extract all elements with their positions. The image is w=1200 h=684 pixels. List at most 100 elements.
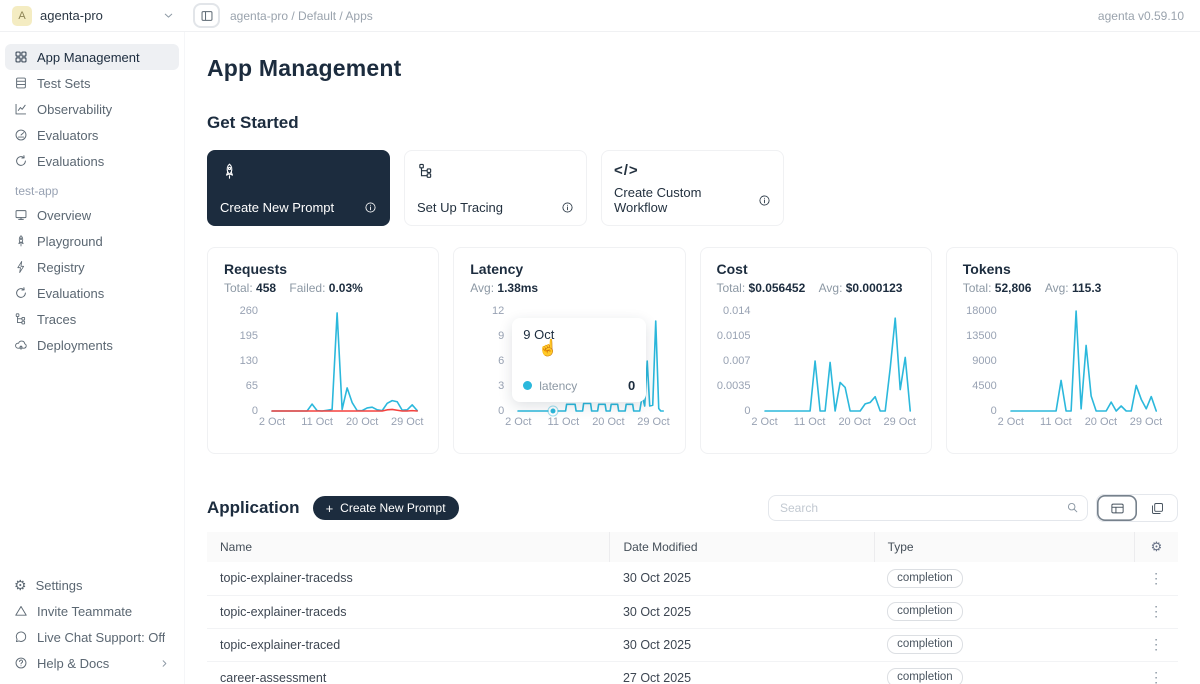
requests-card: Requests Total: 458 Failed: 0.03% 260195… (207, 247, 439, 454)
sidebar-item-app-management[interactable]: App Management (5, 44, 179, 70)
table-view-icon (1110, 501, 1125, 516)
stat-title: Tokens (963, 261, 1161, 277)
applications-table: Name Date Modified Type ⚙ topic-explaine… (207, 532, 1178, 684)
table-header-row: Name Date Modified Type ⚙ (207, 532, 1178, 562)
create-new-prompt-button[interactable]: + Create New Prompt (313, 496, 459, 520)
sidebar-item-playground[interactable]: Playground (5, 228, 179, 254)
breadcrumb[interactable]: agenta-pro / Default / Apps (230, 9, 373, 23)
sidebar-item-settings[interactable]: ⚙ Settings (5, 572, 179, 598)
chart-tooltip: 9 Oct latency 0 (512, 318, 646, 402)
requests-chart: 260195130650 2 Oct11 Oct20 Oct29 Oct (224, 311, 422, 429)
table-row[interactable]: topic-explainer-traceds 30 Oct 2025 comp… (207, 595, 1178, 628)
app-date: 27 Oct 2025 (610, 661, 874, 684)
workspace-avatar: A (12, 6, 32, 26)
tree-icon (417, 162, 574, 180)
app-name[interactable]: career-assessment (207, 661, 610, 684)
app-name[interactable]: topic-explainer-traceds (207, 595, 610, 628)
stat-subtitle: Total: 52,806 Avg: 115.3 (963, 281, 1161, 295)
chevron-right-icon (159, 658, 170, 669)
cost-card: Cost Total: $0.056452 Avg: $0.000123 0.0… (700, 247, 932, 454)
more-menu-icon[interactable]: ⋮ (1149, 570, 1163, 586)
grid-icon (14, 50, 28, 64)
main-content: App Management Get Started Create New Pr… (185, 32, 1200, 684)
workspace-name: agenta-pro (40, 8, 154, 23)
latency-card: Latency Avg: 1.38ms 129630 2 Oct11 Oct20… (453, 247, 685, 454)
stat-title: Cost (717, 261, 915, 277)
gauge-icon (14, 128, 28, 142)
search-icon (1066, 501, 1079, 514)
info-icon[interactable] (561, 201, 574, 214)
create-new-prompt-card[interactable]: Create New Prompt (207, 150, 390, 226)
app-date: 30 Oct 2025 (610, 628, 874, 661)
table-row[interactable]: career-assessment 27 Oct 2025 completion… (207, 661, 1178, 684)
tree-icon (14, 312, 28, 326)
rocket-icon (220, 162, 377, 181)
sidebar-item-deployments[interactable]: Deployments (5, 332, 179, 358)
column-header-name[interactable]: Name (207, 532, 610, 562)
view-toggle (1096, 494, 1178, 522)
table-row[interactable]: topic-explainer-traced 30 Oct 2025 compl… (207, 628, 1178, 661)
series-dot-icon (523, 381, 532, 390)
sidebar-item-overview[interactable]: Overview (5, 202, 179, 228)
type-badge: completion (887, 569, 963, 588)
sidebar-item-invite-teammate[interactable]: Invite Teammate (5, 598, 179, 624)
help-icon (14, 656, 28, 670)
app-date: 30 Oct 2025 (610, 562, 874, 595)
stat-title: Latency (470, 261, 668, 277)
info-icon[interactable] (758, 194, 771, 207)
app-name[interactable]: topic-explainer-traced (207, 628, 610, 661)
bolt-icon (14, 260, 28, 274)
rocket-icon (14, 234, 28, 248)
application-header: Application + Create New Prompt (207, 494, 1178, 522)
app-name[interactable]: topic-explainer-tracedss (207, 562, 610, 595)
chart-icon (14, 102, 28, 116)
stat-title: Requests (224, 261, 422, 277)
sidebar-section-test-app: test-app (15, 184, 179, 198)
gear-icon: ⚙ (1151, 539, 1163, 554)
cost-chart: 0.0140.01050.0070.00350 2 Oct11 Oct20 Oc… (717, 311, 915, 429)
sidebar-item-evaluations-app[interactable]: Evaluations (5, 280, 179, 306)
tokens-chart: 1800013500900045000 2 Oct11 Oct20 Oct29 … (963, 311, 1161, 429)
stat-subtitle: Total: 458 Failed: 0.03% (224, 281, 422, 295)
chat-icon (14, 630, 28, 644)
stat-subtitle: Avg: 1.38ms (470, 281, 668, 295)
search-input[interactable] (768, 495, 1088, 521)
set-up-tracing-card[interactable]: Set Up Tracing (404, 150, 587, 226)
sidebar-item-evaluators[interactable]: Evaluators (5, 122, 179, 148)
more-menu-icon[interactable]: ⋮ (1149, 636, 1163, 652)
refresh-icon (14, 286, 28, 300)
cloud-icon (14, 338, 28, 352)
workspace-switcher[interactable]: A agenta-pro (0, 0, 185, 31)
table-view-button[interactable] (1097, 495, 1137, 521)
sidebar-toggle-button[interactable] (193, 3, 220, 28)
panel-left-icon (200, 9, 214, 23)
column-settings[interactable]: ⚙ (1134, 532, 1178, 562)
column-header-date-modified[interactable]: Date Modified (610, 532, 874, 562)
application-heading: Application (207, 498, 300, 518)
sidebar-item-observability[interactable]: Observability (5, 96, 179, 122)
table-row[interactable]: topic-explainer-tracedss 30 Oct 2025 com… (207, 562, 1178, 595)
topbar: A agenta-pro agenta-pro / Default / Apps… (0, 0, 1200, 32)
search-box (768, 495, 1088, 521)
type-badge: completion (887, 602, 963, 621)
sidebar-item-registry[interactable]: Registry (5, 254, 179, 280)
more-menu-icon[interactable]: ⋮ (1149, 669, 1163, 684)
refresh-icon (14, 154, 28, 168)
type-badge: completion (887, 635, 963, 654)
sidebar-item-evaluations[interactable]: Evaluations (5, 148, 179, 174)
tooltip-value: 0 (628, 378, 635, 393)
info-icon[interactable] (364, 201, 377, 214)
get-started-cards: Create New Prompt Set Up Tracing </> Cre… (207, 150, 1178, 226)
page-title: App Management (207, 55, 1178, 82)
sidebar-item-traces[interactable]: Traces (5, 306, 179, 332)
sidebar-item-live-chat[interactable]: Live Chat Support: Off (5, 624, 179, 650)
card-view-icon (1150, 501, 1165, 516)
sidebar-spacer (5, 358, 179, 572)
card-view-button[interactable] (1137, 495, 1177, 521)
create-custom-workflow-card[interactable]: </> Create Custom Workflow (601, 150, 784, 226)
column-header-type[interactable]: Type (874, 532, 1134, 562)
more-menu-icon[interactable]: ⋮ (1149, 603, 1163, 619)
sidebar-item-test-sets[interactable]: Test Sets (5, 70, 179, 96)
sidebar: App Management Test Sets Observability E… (0, 32, 185, 684)
sidebar-item-help-docs[interactable]: Help & Docs (5, 650, 179, 676)
